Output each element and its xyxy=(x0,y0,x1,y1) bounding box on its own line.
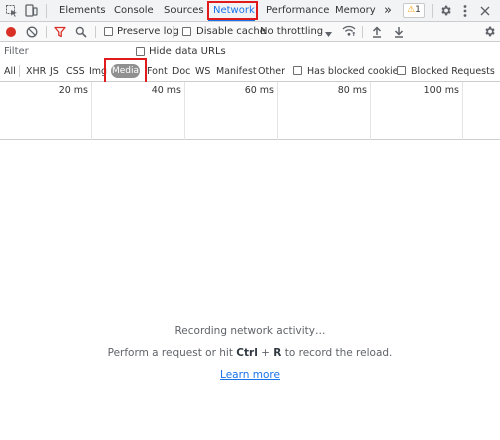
reload-hint: Perform a request or hit Ctrl + R to rec… xyxy=(0,347,500,359)
filter-funnel-icon[interactable] xyxy=(54,26,66,38)
settings-gear-icon[interactable] xyxy=(439,4,452,17)
tab-performance[interactable]: Performance xyxy=(266,0,329,22)
timeline-tick-label: 40 ms xyxy=(151,85,181,96)
type-filter-ws[interactable]: WS xyxy=(195,66,210,78)
more-tabs-button[interactable]: » xyxy=(384,0,392,22)
divider xyxy=(19,65,20,77)
shortcut-plus: + xyxy=(257,347,274,359)
divider xyxy=(46,4,47,18)
timeline-gridline xyxy=(370,82,371,140)
reload-hint-prefix: Perform a request or hit xyxy=(107,347,237,359)
timeline-overview[interactable]: 20 ms 40 ms 60 ms 80 ms 100 ms xyxy=(0,82,500,140)
divider xyxy=(173,26,174,38)
timeline-gridline xyxy=(91,82,92,140)
network-tab-highlight xyxy=(207,1,258,20)
type-filter-js[interactable]: JS xyxy=(50,66,59,78)
throttling-select[interactable]: No throttling xyxy=(260,26,323,38)
more-options-icon[interactable] xyxy=(462,4,468,18)
reload-hint-suffix: to record the reload. xyxy=(281,347,393,359)
type-filter-css[interactable]: CSS xyxy=(66,66,85,78)
tab-memory[interactable]: Memory xyxy=(335,0,376,22)
divider xyxy=(46,26,47,38)
network-settings-gear-icon[interactable] xyxy=(483,25,496,38)
record-icon[interactable] xyxy=(6,27,16,37)
blocked-requests-checkbox[interactable] xyxy=(397,66,406,75)
type-filter-font[interactable]: Font xyxy=(147,66,168,78)
import-har-icon[interactable] xyxy=(372,26,382,38)
timeline-tick-label: 80 ms xyxy=(337,85,367,96)
filter-input[interactable]: Filter xyxy=(4,46,29,58)
type-filter-manifest[interactable]: Manifest xyxy=(216,66,257,78)
devtools-tab-bar: Elements Console Sources Network Perform… xyxy=(0,0,500,22)
blocked-requests-label: Blocked Requests xyxy=(411,66,495,77)
warnings-badge[interactable]: ⚠1 xyxy=(403,3,425,18)
shortcut-ctrl: Ctrl xyxy=(236,347,258,359)
has-blocked-cookies-checkbox[interactable] xyxy=(293,66,302,75)
timeline-gridline xyxy=(184,82,185,140)
tab-console[interactable]: Console xyxy=(114,0,154,22)
learn-more-link[interactable]: Learn more xyxy=(220,369,280,381)
tab-elements[interactable]: Elements xyxy=(59,0,106,22)
type-filter-all[interactable]: All xyxy=(4,66,16,78)
timeline-tick-label: 20 ms xyxy=(58,85,88,96)
divider xyxy=(362,26,363,38)
disable-cache-checkbox[interactable] xyxy=(182,27,191,36)
has-blocked-cookies-label: Has blocked cookies xyxy=(307,66,404,77)
media-filter-highlight xyxy=(104,58,147,84)
chevron-down-icon[interactable] xyxy=(325,29,332,37)
warning-count: 1 xyxy=(415,5,421,15)
tab-sources[interactable]: Sources xyxy=(164,0,204,22)
disable-cache-label: Disable cache xyxy=(196,26,266,37)
inspect-element-icon[interactable] xyxy=(6,5,18,17)
learn-more-row: Learn more xyxy=(0,369,500,381)
network-conditions-icon[interactable] xyxy=(342,25,356,37)
type-filter-doc[interactable]: Doc xyxy=(172,66,190,78)
type-filter-other[interactable]: Other xyxy=(258,66,285,78)
timeline-gridline xyxy=(277,82,278,140)
warning-icon: ⚠ xyxy=(407,5,416,15)
divider xyxy=(432,4,433,18)
preserve-log-checkbox[interactable] xyxy=(104,27,113,36)
hide-data-urls-checkbox[interactable] xyxy=(136,47,145,56)
hide-data-urls-label: Hide data URLs xyxy=(149,46,226,57)
search-icon[interactable] xyxy=(75,26,87,38)
close-icon[interactable] xyxy=(480,6,490,16)
export-har-icon[interactable] xyxy=(394,26,404,38)
device-toolbar-icon[interactable] xyxy=(25,4,38,17)
timeline-gridline xyxy=(462,82,463,140)
divider xyxy=(95,26,96,38)
timeline-tick-label: 60 ms xyxy=(244,85,274,96)
recording-status: Recording network activity… xyxy=(174,325,326,337)
timeline-tick-label: 100 ms xyxy=(423,85,459,96)
type-filter-xhr[interactable]: XHR xyxy=(26,66,46,78)
preserve-log-label: Preserve log xyxy=(117,26,179,37)
clear-icon[interactable] xyxy=(26,26,38,38)
network-toolbar: Preserve log Disable cache No throttling xyxy=(0,22,500,42)
